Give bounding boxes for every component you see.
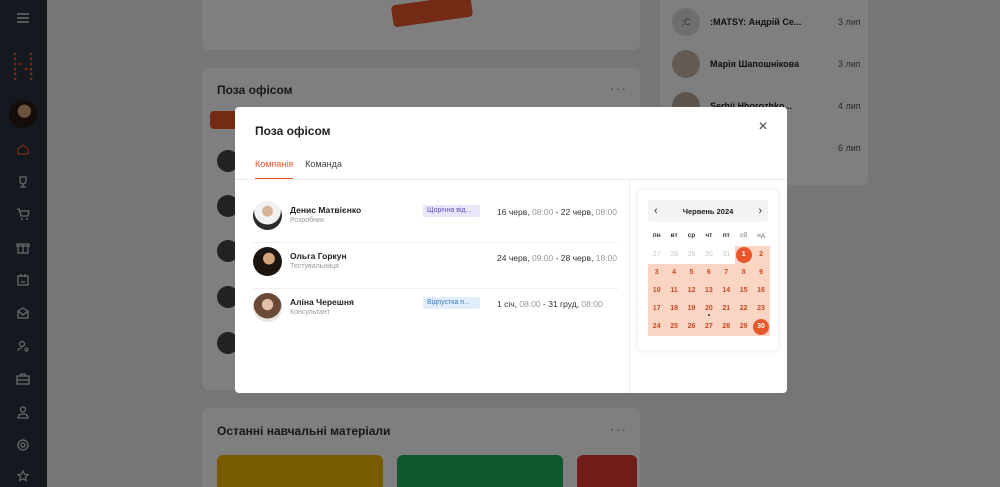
calendar-header: ‹ Червень 2024 ›: [648, 200, 768, 222]
calendar-weekdays: пн вт ср чт пт сб нд: [648, 232, 770, 246]
avatar: [253, 247, 282, 276]
calendar-day[interactable]: 15: [734, 282, 753, 300]
calendar-day[interactable]: 21: [717, 300, 735, 318]
start-time: 09:00: [531, 253, 554, 263]
absence-type-badge: Відпустка п...: [423, 297, 480, 309]
chevron-right-icon[interactable]: ›: [758, 205, 762, 217]
weekday-label: ср: [687, 232, 696, 239]
calendar-grid: пн вт ср чт пт сб нд 27 28 29 30 31 1 2 3 4 5 6 7 8 9…: [648, 232, 770, 336]
tabs-divider: [235, 179, 787, 180]
calendar-day[interactable]: 12: [682, 282, 701, 300]
person-name: Денис Матвієнко: [290, 205, 362, 215]
start-time: 08:00: [531, 207, 554, 217]
calendar-week: 24 25 26 27 28 29 30: [648, 318, 770, 336]
absence-type-badge: Щорічна від...: [423, 205, 480, 217]
absence-dates: 24 черв, 09:00 - 28 черв, 18:00: [497, 253, 617, 263]
date-separator: -: [553, 207, 561, 217]
chevron-left-icon[interactable]: ‹: [654, 205, 658, 217]
calendar-day[interactable]: 6: [700, 264, 718, 282]
modal-tabs: Компанія Команда: [255, 159, 342, 180]
calendar-day[interactable]: 14: [717, 282, 735, 300]
end-date: 22 черв,: [560, 207, 596, 217]
person-name: Аліна Черешня: [290, 297, 354, 307]
tab-company[interactable]: Компанія: [255, 159, 294, 180]
calendar-day[interactable]: 7: [717, 264, 735, 282]
avatar: [253, 201, 282, 230]
date-separator: -: [553, 253, 561, 263]
calendar-day[interactable]: 20: [700, 300, 718, 318]
panel-divider: [629, 180, 630, 393]
weekday-label: пн: [652, 232, 661, 239]
calendar-day[interactable]: 8: [734, 264, 753, 282]
close-icon[interactable]: ×: [756, 119, 770, 135]
start-time: 08:00: [519, 299, 541, 309]
list-item[interactable]: Ольга Горкун Тестувальниця 24 черв, 09:0…: [253, 243, 618, 289]
calendar-day[interactable]: 27: [648, 246, 665, 264]
calendar-week: 27 28 29 30 31 1 2: [648, 246, 770, 264]
person-name: Ольга Горкун: [290, 251, 347, 261]
calendar-day[interactable]: 28: [717, 318, 735, 336]
calendar-day[interactable]: 16: [752, 282, 770, 300]
person-role: Консультант: [290, 309, 330, 316]
calendar-day[interactable]: 30: [752, 318, 770, 336]
calendar-day[interactable]: 27: [700, 318, 718, 336]
calendar-day[interactable]: 25: [665, 318, 683, 336]
end-date: 28 черв,: [560, 253, 596, 263]
person-role: Розробник: [290, 217, 325, 224]
out-of-office-modal: Поза офісом × Компанія Команда Денис Мат…: [235, 107, 787, 393]
calendar-week: 17 18 19 20 21 22 23: [648, 300, 770, 318]
calendar-day[interactable]: 1: [734, 246, 753, 264]
calendar-day[interactable]: 5: [682, 264, 701, 282]
weekday-label: чт: [705, 232, 713, 239]
calendar-day[interactable]: 10: [648, 282, 666, 300]
calendar-day[interactable]: 31: [718, 246, 735, 264]
start-date: 16 черв,: [497, 207, 532, 217]
calendar: ‹ Червень 2024 › пн вт ср чт пт сб нд 27…: [638, 190, 778, 350]
calendar-day[interactable]: 23: [752, 300, 770, 318]
calendar-week: 10 11 12 13 14 15 16: [648, 282, 770, 300]
weekday-label: сб: [739, 232, 748, 239]
calendar-day[interactable]: 9: [752, 264, 770, 282]
calendar-day[interactable]: 18: [665, 300, 683, 318]
list-item[interactable]: Денис Матвієнко Розробник Щорічна від...…: [253, 197, 618, 243]
calendar-day[interactable]: 22: [734, 300, 753, 318]
weekday-label: пт: [722, 232, 730, 239]
calendar-day[interactable]: 24: [648, 318, 666, 336]
list-item[interactable]: Аліна Черешня Консультант Відпустка п...…: [253, 289, 618, 335]
modal-title: Поза офісом: [255, 124, 331, 138]
avatar: [253, 293, 282, 322]
start-date: 1 січ,: [497, 299, 520, 309]
calendar-week: 3456789: [648, 264, 770, 282]
end-time: 08:00: [595, 207, 618, 217]
absence-dates: 16 черв, 08:00 - 22 черв, 08:00: [497, 207, 617, 217]
end-time: 08:00: [581, 299, 603, 309]
absence-list: Денис Матвієнко Розробник Щорічна від...…: [253, 197, 618, 335]
calendar-day[interactable]: 26: [682, 318, 701, 336]
calendar-day[interactable]: 29: [734, 318, 753, 336]
tab-team[interactable]: Команда: [305, 159, 342, 180]
calendar-day[interactable]: 13: [700, 282, 718, 300]
end-time: 18:00: [595, 253, 618, 263]
calendar-day[interactable]: 28: [665, 246, 682, 264]
person-role: Тестувальниця: [290, 263, 339, 270]
weekday-label: вт: [670, 232, 678, 239]
calendar-day[interactable]: 4: [665, 264, 683, 282]
calendar-day[interactable]: 3: [648, 264, 666, 282]
end-date: 31 груд,: [548, 299, 582, 309]
absence-dates: 1 січ, 08:00 - 31 груд, 08:00: [497, 299, 603, 309]
calendar-day[interactable]: 30: [700, 246, 717, 264]
calendar-month-label: Червень 2024: [682, 206, 734, 216]
calendar-day[interactable]: 29: [683, 246, 700, 264]
start-date: 24 черв,: [497, 253, 532, 263]
weekday-label: нд: [757, 232, 766, 239]
calendar-day[interactable]: 17: [648, 300, 666, 318]
calendar-day[interactable]: 19: [682, 300, 701, 318]
calendar-day[interactable]: 11: [665, 282, 683, 300]
calendar-day[interactable]: 2: [752, 246, 770, 264]
